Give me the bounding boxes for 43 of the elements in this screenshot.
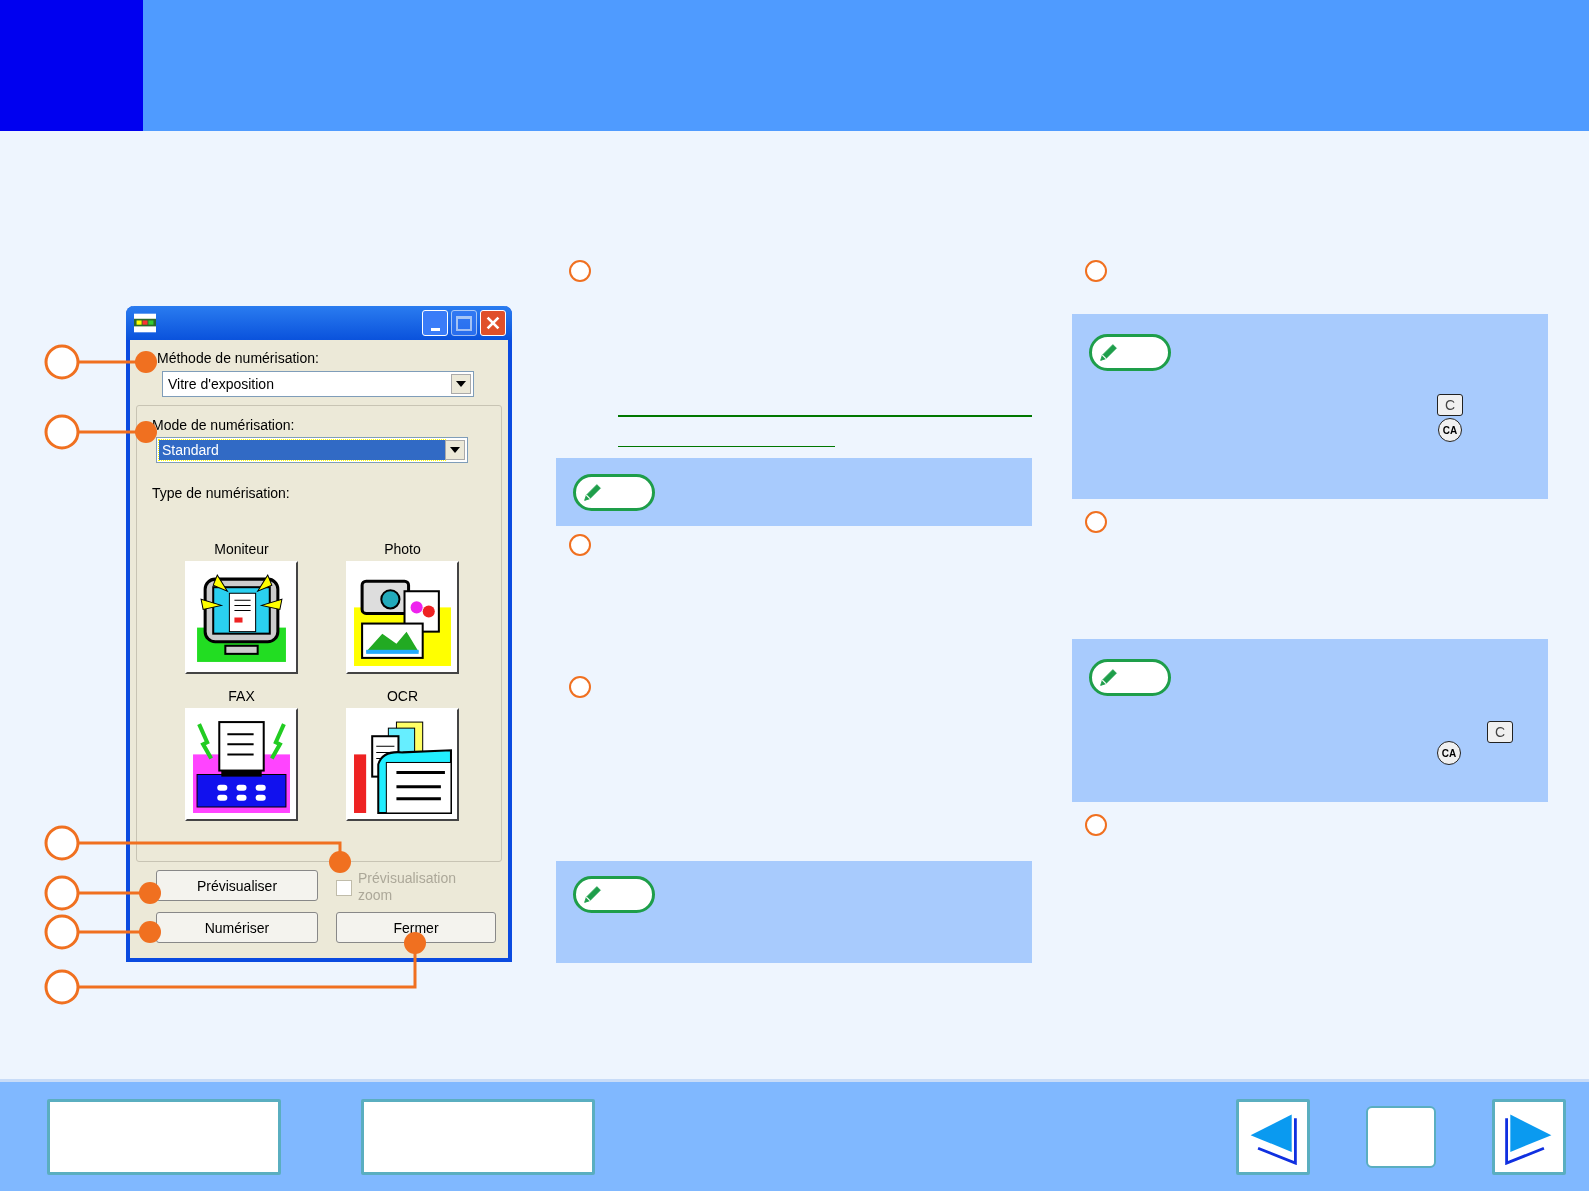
- scan-type-label: OCR: [386, 688, 419, 704]
- key-symbol: C: [1437, 394, 1463, 416]
- mode-label: Mode de numérisation:: [152, 417, 296, 433]
- scan-type-button[interactable]: [346, 561, 459, 674]
- nav-button[interactable]: [361, 1098, 595, 1175]
- scan-type-button[interactable]: [185, 708, 298, 821]
- nav-button[interactable]: [47, 1098, 281, 1175]
- key-symbol: CA: [1438, 418, 1462, 442]
- dropdown-arrow-icon: [456, 381, 466, 387]
- scan-type-label: Photo: [384, 541, 421, 557]
- maximize-button[interactable]: [451, 310, 477, 336]
- mode-dropdown[interactable]: Standard: [156, 437, 468, 463]
- scan-type-button[interactable]: [185, 561, 298, 674]
- key-symbol: C: [1487, 721, 1513, 743]
- step-circle: [1085, 814, 1107, 836]
- method-dropdown[interactable]: Vitre d'exposition: [162, 371, 474, 397]
- step-circle: [1085, 511, 1107, 533]
- step-circle: [569, 676, 591, 698]
- scan-type-button[interactable]: [346, 708, 459, 821]
- method-label: Méthode de numérisation:: [157, 350, 320, 366]
- app-icon: [134, 313, 156, 333]
- pencil-icon: [582, 482, 603, 503]
- dropdown-arrow-icon: [450, 447, 460, 453]
- type-label: Type de numérisation:: [152, 485, 291, 501]
- step-circle: [569, 534, 591, 556]
- preview-button[interactable]: Prévisualiser: [156, 870, 318, 901]
- close-dialog-button[interactable]: Fermer: [336, 912, 496, 943]
- minimize-button[interactable]: [422, 310, 448, 336]
- step-circle: [1085, 260, 1107, 282]
- blank-button[interactable]: [1366, 1105, 1436, 1168]
- key-symbol: CA: [1437, 741, 1461, 765]
- zoom-preview-label: Prévisualisation zoom: [358, 870, 458, 904]
- step-circle: [569, 260, 591, 282]
- scan-button[interactable]: Numériser: [156, 912, 318, 943]
- close-icon: [484, 314, 502, 332]
- pencil-icon: [582, 884, 603, 905]
- scan-type-label: Moniteur: [214, 541, 269, 557]
- pencil-icon: [1098, 342, 1119, 363]
- close-button[interactable]: [480, 310, 506, 336]
- previous-page-button[interactable]: [1236, 1098, 1310, 1175]
- pencil-icon: [1098, 667, 1119, 688]
- scan-type-label: FAX: [228, 688, 255, 704]
- next-page-button[interactable]: [1492, 1098, 1566, 1175]
